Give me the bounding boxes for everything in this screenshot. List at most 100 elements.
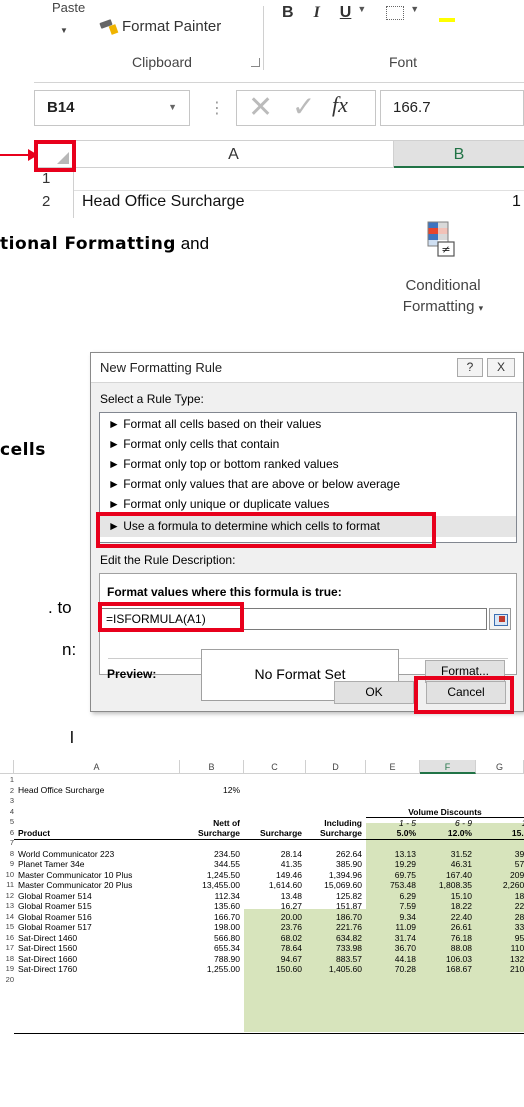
product-cell[interactable]: Planet Tamer 34e: [18, 859, 178, 869]
conditional-formatting-icon[interactable]: ≠: [424, 220, 458, 260]
discount-2-cell[interactable]: 88.08: [420, 943, 472, 953]
row-header-2[interactable]: 2: [42, 193, 50, 210]
sheet-col-d[interactable]: D: [306, 760, 366, 774]
surcharge-cell[interactable]: 1,614.60: [244, 880, 302, 890]
discount-2-cell[interactable]: 46.31: [420, 859, 472, 869]
nett-of-header[interactable]: Nett of: [180, 818, 240, 828]
cell-b2[interactable]: 1: [512, 193, 521, 211]
nett-cell[interactable]: 344.55: [180, 859, 240, 869]
discount-3-cell[interactable]: 39.40: [476, 849, 524, 859]
range-1-header[interactable]: 1 - 5: [366, 818, 416, 828]
discount-1-cell[interactable]: 70.28: [366, 964, 416, 974]
discount-1-cell[interactable]: 11.09: [366, 922, 416, 932]
dialog-titlebar[interactable]: New Formatting Rule ? X: [91, 353, 523, 383]
surcharge-cell[interactable]: 41.35: [244, 859, 302, 869]
discount-2-cell[interactable]: 1,808.35: [420, 880, 472, 890]
discount-1-cell[interactable]: 31.74: [366, 933, 416, 943]
confirm-entry-icon[interactable]: ✓: [292, 90, 315, 123]
discount-1-cell[interactable]: 13.13: [366, 849, 416, 859]
discount-1-cell[interactable]: 19.29: [366, 859, 416, 869]
volume-discounts-header[interactable]: Volume Discounts: [366, 807, 524, 817]
sheet-col-e[interactable]: E: [366, 760, 420, 774]
including-header[interactable]: Including: [306, 818, 362, 828]
surcharge-cell[interactable]: 20.00: [244, 912, 302, 922]
including-cell[interactable]: 186.70: [306, 912, 362, 922]
sheet-row-header[interactable]: 5: [0, 817, 14, 827]
sheet-row-header[interactable]: 18: [0, 954, 14, 964]
product-cell[interactable]: Sat-Direct 1760: [18, 964, 178, 974]
cancel-entry-icon[interactable]: ✕: [248, 90, 273, 125]
discount-3-cell[interactable]: 28.01: [476, 912, 524, 922]
including-cell[interactable]: 262.64: [306, 849, 362, 859]
including-cell[interactable]: 15,069.60: [306, 880, 362, 890]
discount-2-cell[interactable]: 22.40: [420, 912, 472, 922]
row-header-1[interactable]: 1: [42, 170, 50, 187]
sheet-row-header[interactable]: 12: [0, 891, 14, 901]
sheet-row-header[interactable]: 7: [0, 838, 14, 848]
sheet-row-header[interactable]: 2: [0, 786, 14, 796]
sheet-row-header[interactable]: 8: [0, 849, 14, 859]
paste-dropdown-icon[interactable]: ▼: [60, 26, 68, 35]
sheet-row-header[interactable]: 1: [0, 775, 14, 785]
discount-1-cell[interactable]: 9.34: [366, 912, 416, 922]
nett-cell[interactable]: 566.80: [180, 933, 240, 943]
sheet-row-header[interactable]: 3: [0, 796, 14, 806]
head-office-value[interactable]: 12%: [180, 785, 240, 795]
product-cell[interactable]: Sat-Direct 1660: [18, 954, 178, 964]
head-office-label[interactable]: Head Office Surcharge: [18, 785, 104, 795]
discount-3-cell[interactable]: 132.54: [476, 954, 524, 964]
sheet-col-c[interactable]: C: [244, 760, 306, 774]
name-box[interactable]: B14 ▼: [34, 90, 190, 126]
including-cell[interactable]: 125.82: [306, 891, 362, 901]
column-header-b[interactable]: B: [394, 141, 524, 168]
pct-2-header[interactable]: 12.0%: [420, 828, 472, 838]
sheet-corner[interactable]: [0, 760, 14, 774]
conditional-formatting-button[interactable]: Conditional Formatting ▾: [388, 275, 498, 319]
insert-function-icon[interactable]: fx: [332, 92, 348, 118]
sheet-row-header[interactable]: 13: [0, 901, 14, 911]
surcharge-cell[interactable]: 28.14: [244, 849, 302, 859]
product-cell[interactable]: Sat-Direct 1560: [18, 943, 178, 953]
pct-1-header[interactable]: 5.0%: [366, 828, 416, 838]
range-selector-icon[interactable]: [489, 608, 511, 630]
nett-cell[interactable]: 1,255.00: [180, 964, 240, 974]
range-3-header[interactable]: 10+: [476, 818, 524, 828]
sheet-row-header[interactable]: 19: [0, 964, 14, 974]
discount-2-cell[interactable]: 167.40: [420, 870, 472, 880]
product-cell[interactable]: Master Communicator 10 Plus: [18, 870, 178, 880]
discount-2-cell[interactable]: 76.18: [420, 933, 472, 943]
sheet-col-g[interactable]: G: [476, 760, 524, 774]
including-cell[interactable]: 634.82: [306, 933, 362, 943]
discount-3-cell[interactable]: 57.88: [476, 859, 524, 869]
discount-2-cell[interactable]: 31.52: [420, 849, 472, 859]
name-box-dropdown-icon[interactable]: ▼: [168, 102, 177, 112]
discount-3-cell[interactable]: 209.24: [476, 870, 524, 880]
discount-1-cell[interactable]: 7.59: [366, 901, 416, 911]
surcharge-cell[interactable]: 23.76: [244, 922, 302, 932]
sheet-row-header[interactable]: 17: [0, 943, 14, 953]
italic-button[interactable]: I: [314, 4, 320, 22]
discount-1-cell[interactable]: 6.29: [366, 891, 416, 901]
rule-type-item[interactable]: ► Format only cells that contain: [108, 437, 279, 451]
rule-type-item[interactable]: ► Format only top or bottom ranked value…: [108, 457, 339, 471]
discount-2-cell[interactable]: 15.10: [420, 891, 472, 901]
discount-3-cell[interactable]: 22.78: [476, 901, 524, 911]
discount-3-cell[interactable]: 95.22: [476, 933, 524, 943]
surcharge-cell[interactable]: 78.64: [244, 943, 302, 953]
product-header[interactable]: Product: [18, 828, 50, 838]
underline-dropdown-icon[interactable]: ▼: [357, 4, 366, 22]
sheet-col-a[interactable]: A: [14, 760, 180, 774]
nett-cell[interactable]: 788.90: [180, 954, 240, 964]
rule-type-item[interactable]: ► Format all cells based on their values: [108, 417, 321, 431]
discount-3-cell[interactable]: 110.10: [476, 943, 524, 953]
discount-2-cell[interactable]: 106.03: [420, 954, 472, 964]
discount-3-cell[interactable]: 18.87: [476, 891, 524, 901]
discount-2-cell[interactable]: 26.61: [420, 922, 472, 932]
surcharge-header-d[interactable]: Surcharge: [306, 828, 362, 838]
discount-3-cell[interactable]: 210.84: [476, 964, 524, 974]
discount-1-cell[interactable]: 753.48: [366, 880, 416, 890]
sheet-col-f[interactable]: F: [420, 760, 476, 774]
sheet-row-header[interactable]: 15: [0, 922, 14, 932]
surcharge-header-b[interactable]: Surcharge: [180, 828, 240, 838]
sheet-row-header[interactable]: 14: [0, 912, 14, 922]
